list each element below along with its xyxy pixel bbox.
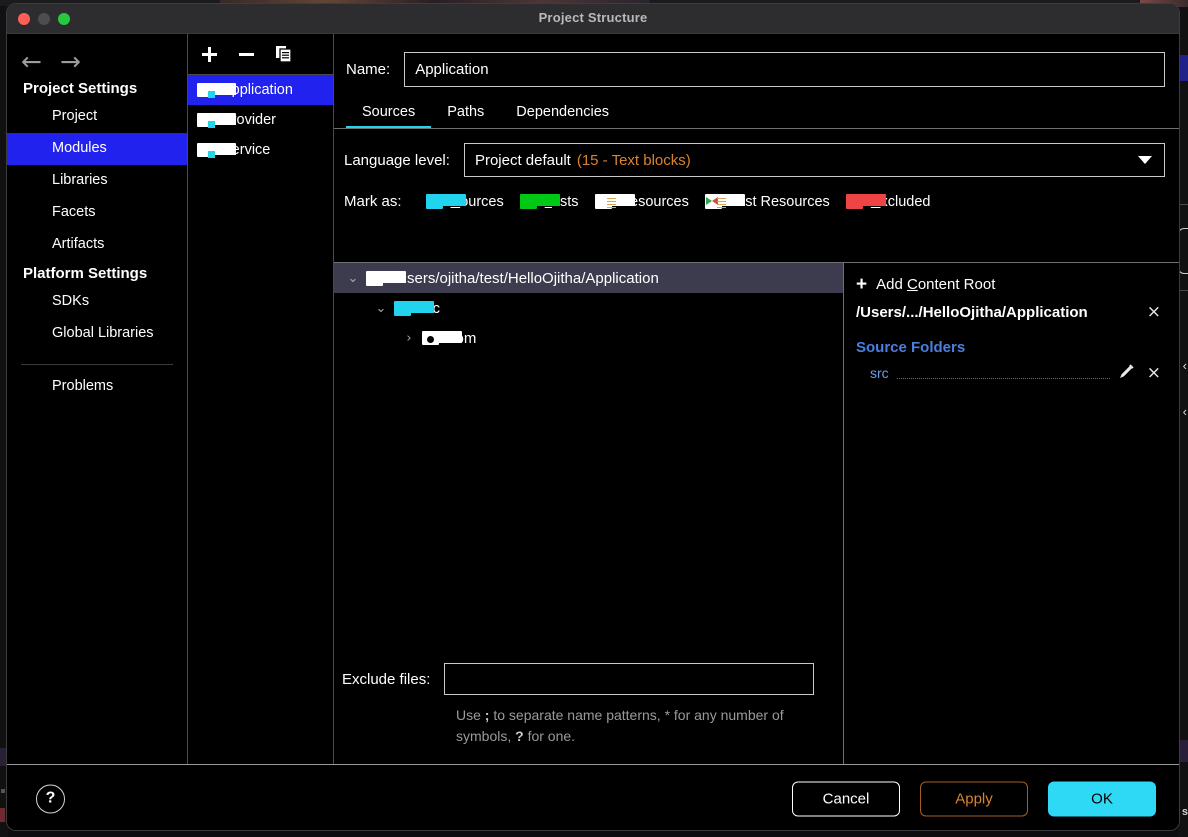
title-bar: Project Structure — [7, 4, 1179, 34]
modules-toolbar — [188, 34, 333, 75]
sidebar-item-global-libraries[interactable]: Global Libraries — [7, 318, 187, 350]
content-root-entry: /Users/.../HelloOjitha/Application × — [856, 304, 1165, 322]
module-name-input[interactable] — [404, 52, 1165, 87]
tree-row-src[interactable]: ⌄ src — [334, 293, 843, 323]
sidebar-heading-project-settings: Project Settings — [23, 80, 138, 97]
content-root-detail-panel: + Add Content Root /Users/.../HelloOjith… — [844, 263, 1179, 764]
back-arrow-icon[interactable]: ← — [21, 49, 42, 74]
folder-icon — [366, 270, 406, 286]
test-resources-folder-icon — [704, 194, 745, 209]
remove-source-folder-icon[interactable]: × — [1143, 364, 1165, 382]
content-area: ⌄ /Users/ojitha/test/HelloOjitha/Applica… — [334, 262, 1179, 764]
sidebar-item-facets[interactable]: Facets — [7, 197, 187, 229]
background-left-marker — [0, 808, 5, 822]
dialog-footer: ? Cancel Apply OK — [7, 764, 1179, 830]
content-root-path: /Users/.../HelloOjitha/Application — [856, 304, 1088, 321]
dialog-body: ← → Project Settings Project Modules Lib… — [7, 34, 1179, 764]
apply-button[interactable]: Apply — [920, 781, 1028, 816]
content-root-tree: ⌄ /Users/ojitha/test/HelloOjitha/Applica… — [334, 263, 844, 764]
mark-as-row: Mark as: Sources Tests — [334, 177, 1179, 210]
package-folder-icon — [422, 330, 462, 346]
module-name-row: Name: — [334, 34, 1179, 87]
module-item-provider[interactable]: Provider — [188, 105, 333, 135]
editor-tabs: Sources Paths Dependencies — [334, 87, 1179, 129]
sidebar-item-libraries[interactable]: Libraries — [7, 165, 187, 197]
add-content-root-button[interactable]: + Add Content Root — [856, 275, 1165, 294]
mark-as-resources-button[interactable]: Resources — [594, 194, 689, 210]
forward-arrow-icon[interactable]: → — [60, 49, 81, 74]
sidebar-item-project[interactable]: Project — [7, 101, 187, 133]
help-button[interactable]: ? — [36, 784, 65, 813]
module-folder-icon — [197, 82, 236, 98]
tab-dependencies[interactable]: Dependencies — [500, 104, 625, 129]
exclude-files-label: Exclude files: — [342, 670, 431, 688]
sidebar-heading-platform-settings: Platform Settings — [23, 264, 148, 282]
source-folder-name[interactable]: src — [870, 365, 889, 381]
background-left-dot — [1, 789, 5, 793]
exclude-files-input[interactable] — [444, 663, 815, 696]
ok-button[interactable]: OK — [1048, 781, 1156, 816]
module-folder-icon — [197, 112, 236, 128]
copy-module-button[interactable] — [275, 45, 293, 63]
settings-sidebar: ← → Project Settings Project Modules Lib… — [7, 34, 188, 764]
source-folders-heading: Source Folders — [856, 339, 966, 356]
language-level-detail: (15 - Text blocks) — [576, 151, 691, 169]
background-side-label: s — [1181, 806, 1188, 818]
sources-folder-icon — [394, 300, 434, 316]
remove-module-button[interactable] — [238, 46, 255, 63]
mark-as-label: Mark as: — [344, 193, 402, 210]
resources-folder-icon — [594, 194, 635, 209]
language-level-label: Language level: — [344, 151, 450, 169]
pencil-icon[interactable] — [1118, 363, 1135, 383]
background-chevron-2: ‹ — [1182, 404, 1187, 419]
chevron-down-icon[interactable]: ⌄ — [368, 301, 394, 316]
module-item-service[interactable]: Service — [188, 135, 333, 165]
module-folder-icon — [197, 142, 236, 158]
source-folder-dots — [896, 367, 1110, 379]
tests-folder-icon — [519, 194, 560, 209]
language-level-row: Language level: Project default (15 - Te… — [334, 129, 1179, 177]
sidebar-item-problems[interactable]: Problems — [7, 365, 187, 403]
source-folder-row: src × — [856, 363, 1165, 383]
sources-folder-icon — [425, 194, 466, 209]
mark-as-tests-button[interactable]: Tests — [519, 194, 579, 210]
chevron-down-icon — [1138, 156, 1152, 164]
language-level-select[interactable]: Project default (15 - Text blocks) — [463, 143, 1165, 177]
dialog-buttons: Cancel Apply OK — [792, 781, 1156, 816]
excluded-folder-icon — [845, 194, 886, 209]
mark-as-excluded-button[interactable]: Excluded — [845, 194, 930, 210]
exclude-files-area: Exclude files: Use ; to separate name pa… — [334, 663, 843, 764]
tree-row-com[interactable]: › com — [334, 323, 843, 353]
module-item-application[interactable]: Application — [188, 75, 333, 105]
project-structure-dialog: Project Structure ← → Project Settings P… — [6, 3, 1180, 831]
add-module-button[interactable] — [201, 46, 218, 63]
modules-list-panel: Application Provider Service — [188, 34, 334, 764]
tree-row-label: /Users/ojitha/test/HelloOjitha/Applicati… — [392, 269, 659, 287]
module-editor-panel: Name: Sources Paths Dependencies Languag… — [334, 34, 1179, 764]
tabs-underline — [334, 128, 1179, 129]
tab-sources[interactable]: Sources — [346, 104, 432, 129]
mark-as-sources-button[interactable]: Sources — [425, 194, 504, 210]
name-label: Name: — [346, 61, 391, 78]
language-level-value: Project default — [474, 151, 571, 169]
screen: ‹ ‹ s Project Structure ← → Project Sett… — [0, 0, 1188, 837]
sidebar-item-artifacts[interactable]: Artifacts — [7, 229, 187, 261]
background-chevron-1: ‹ — [1182, 358, 1187, 373]
chevron-right-icon[interactable]: › — [396, 331, 422, 346]
chevron-down-icon[interactable]: ⌄ — [340, 271, 366, 286]
mark-as-test-resources-button[interactable]: Test Resources — [704, 194, 830, 210]
exclude-files-hint: Use ; to separate name patterns, * for a… — [456, 707, 784, 744]
exclude-files-row: Exclude files: — [334, 663, 843, 696]
tab-paths[interactable]: Paths — [431, 104, 500, 129]
add-content-root-label: Add Content Root — [876, 276, 996, 293]
remove-content-root-icon[interactable]: × — [1143, 304, 1165, 321]
cancel-button[interactable]: Cancel — [792, 781, 900, 816]
sidebar-item-modules[interactable]: Modules — [7, 132, 187, 165]
sidebar-item-sdks[interactable]: SDKs — [7, 286, 187, 318]
plus-icon: + — [856, 274, 868, 295]
tree-row-content-root[interactable]: ⌄ /Users/ojitha/test/HelloOjitha/Applica… — [334, 263, 843, 293]
window-title: Project Structure — [538, 10, 648, 25]
sidebar-navigation: ← → — [7, 34, 187, 76]
